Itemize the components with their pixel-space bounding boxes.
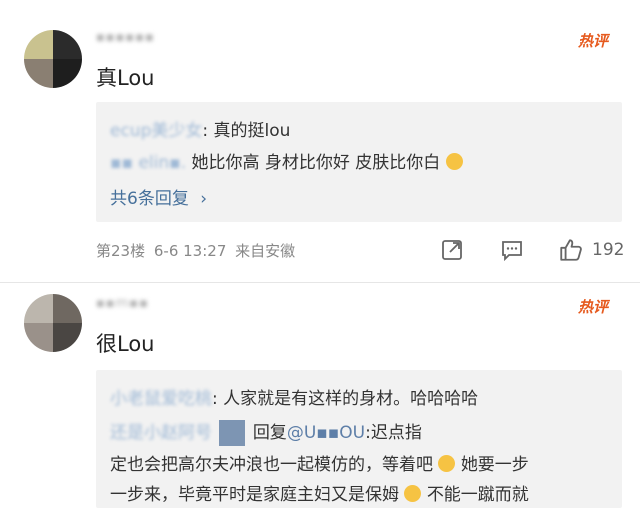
reply-box[interactable]: 小老鼠爱吃桃: 人家就是有这样的身材。哈哈哈哈 还是小赵阿号 回复@U▪▪OU:…: [96, 370, 622, 508]
divider: [0, 282, 640, 283]
comment-source: 来自安徽: [235, 242, 296, 260]
share-icon[interactable]: [440, 238, 464, 262]
reply-item: 定也会把高尔夫冲浪也一起模仿的，等着吧 她要一步: [110, 450, 529, 475]
more-replies-link[interactable]: 共6条回复 ›: [110, 184, 207, 209]
reply-author[interactable]: ▪▪ elin▪.: [110, 153, 186, 173]
reply-box[interactable]: ecup美少女: 真的挺lou ▪▪ elin▪. 她比你高 身材比你好 皮肤比…: [96, 102, 622, 222]
reply-item: ecup美少女: 真的挺lou: [110, 116, 290, 141]
reply-text: 定也会把高尔夫冲浪也一起模仿的，等着吧: [110, 455, 433, 475]
reply-text: : 人家就是有这样的身材。哈哈哈哈: [212, 389, 479, 409]
like-icon[interactable]: [558, 237, 584, 263]
avatar[interactable]: [24, 294, 82, 352]
reply-item: 还是小赵阿号 回复@U▪▪OU:迟点指: [110, 418, 422, 446]
comment-text: 很Lou: [96, 332, 155, 356]
hot-comment-badge: 热评: [578, 298, 609, 316]
reply-text: 不能一蹴而就: [426, 485, 529, 505]
username[interactable]: ▪▪▪▪▪▪: [96, 30, 155, 45]
reply-author[interactable]: 小老鼠爱吃桃: [110, 389, 212, 409]
avatar[interactable]: [24, 30, 82, 88]
hot-comment-badge: 热评: [578, 32, 609, 50]
reply-word: 回复: [252, 423, 287, 443]
comment-icon[interactable]: [500, 238, 524, 262]
reply-text: 她比你高 身材比你好 皮肤比你白: [186, 153, 441, 173]
mention-link[interactable]: @U▪▪OU: [287, 423, 365, 443]
reply-author[interactable]: ecup美少女: [110, 121, 202, 141]
chevron-right-icon: ›: [200, 189, 208, 209]
laugh-emoji-icon: [404, 485, 422, 502]
reply-item: 一步来，毕竟平时是家庭主妇又是保姆 不能一蹴而就: [110, 480, 529, 505]
doge-emoji-icon: [445, 153, 463, 170]
reply-text: 她要一步: [460, 455, 529, 475]
reply-author[interactable]: 还是小赵阿号: [110, 423, 212, 443]
like-count: 192: [592, 240, 625, 260]
emoji-icon: [438, 455, 456, 472]
reply-text: : 真的挺lou: [202, 121, 291, 141]
comment-time: 6-6 13:27: [153, 242, 227, 260]
comment-text: 真Lou: [96, 66, 155, 90]
more-replies-label: 共6条回复: [110, 189, 189, 209]
reply-item: 小老鼠爱吃桃: 人家就是有这样的身材。哈哈哈哈: [110, 384, 478, 409]
reply-text: :迟点指: [365, 423, 422, 443]
reply-text: 一步来，毕竟平时是家庭主妇又是保姆: [110, 485, 399, 505]
comment-meta: 第23楼 6-6 13:27 来自安徽: [96, 240, 295, 261]
floor-number: 第23楼: [96, 242, 146, 260]
reply-item: ▪▪ elin▪. 她比你高 身材比你好 皮肤比你白: [110, 148, 463, 173]
username[interactable]: ▪▪m▪▪: [96, 296, 149, 311]
